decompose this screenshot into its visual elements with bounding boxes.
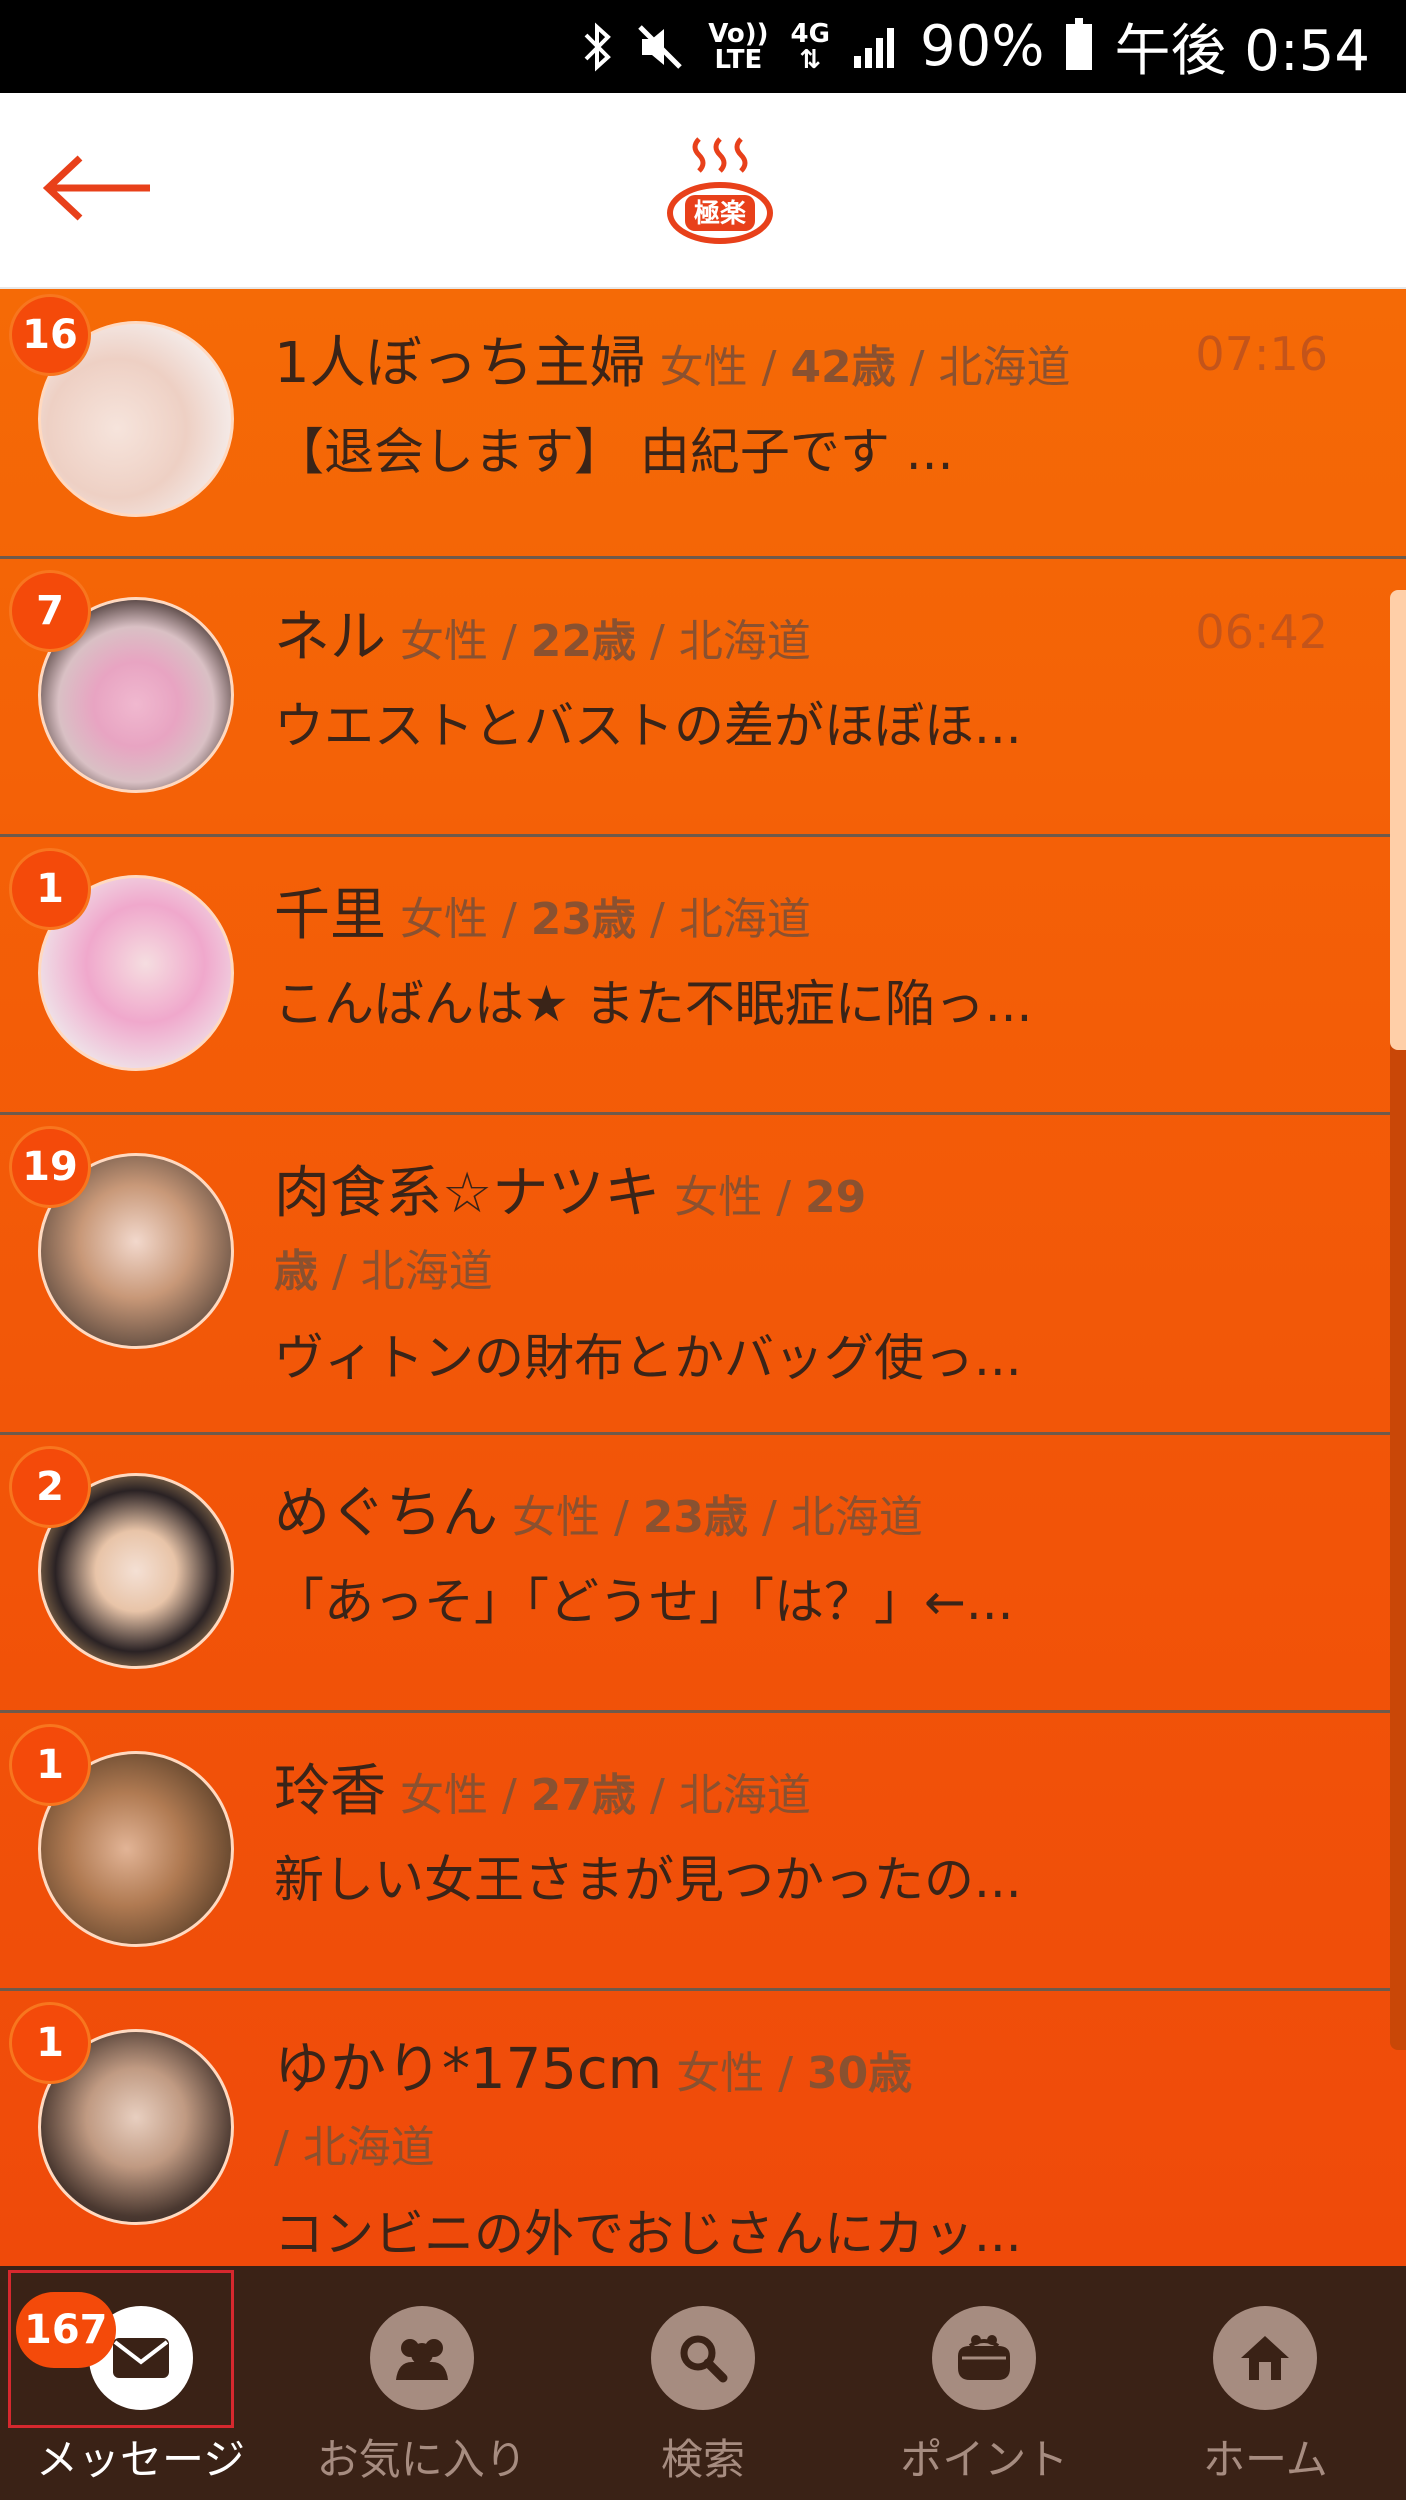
user-meta: 女性 / 23歳 / 北海道 — [400, 894, 811, 945]
search-icon — [651, 2306, 755, 2410]
user-meta: 女性 / 27歳 / 北海道 — [400, 1770, 811, 1821]
unread-badge: 1 — [12, 851, 88, 927]
unread-badge: 19 — [12, 1129, 88, 1205]
network-indicator: 4G ⇅ — [790, 18, 830, 75]
message-time: 07:16 — [1195, 327, 1328, 381]
unread-badge: 7 — [12, 573, 88, 649]
battery-icon — [1066, 17, 1093, 70]
scrollbar-thumb[interactable] — [1390, 590, 1406, 1050]
message-preview: こんばんは★ また不眠症に陥っ... — [274, 975, 1033, 1033]
user-name: 肉食系☆ナツキ — [274, 1161, 661, 1226]
user-name: ゆかり*175cm — [274, 2037, 663, 2102]
message-preview: ウエストとバストの差がほぼほ... — [274, 697, 1022, 755]
user-meta: 女性 / 22歳 / 北海道 — [400, 616, 811, 667]
nav-label: ポイント — [900, 2435, 1069, 2484]
user-name: 1人ぼっち主婦 — [274, 331, 646, 396]
conversation-row[interactable]: 19 肉食系☆ナツキ 女性 / 29歳 / 北海道 ヴィトンの財布とかバッグ使っ.… — [0, 1115, 1406, 1435]
bluetooth-icon — [582, 21, 612, 73]
user-name: めぐちん — [274, 1481, 498, 1546]
user-name: 玲香 — [274, 1759, 386, 1824]
conversation-row[interactable]: 1 玲香 女性 / 27歳 / 北海道 新しい女王さまが見つかったの... — [0, 1713, 1406, 1991]
unread-badge: 16 — [12, 297, 88, 373]
message-preview: ヴィトンの財布とかバッグ使っ... — [274, 1329, 1022, 1387]
signal-icon — [852, 24, 898, 70]
nav-label: お気に入り — [316, 2435, 527, 2484]
user-meta: 女性 / 23歳 / 北海道 — [512, 1492, 923, 1543]
unread-badge: 2 — [12, 1449, 88, 1525]
home-icon — [1213, 2306, 1318, 2410]
nav-label: 検索 — [661, 2435, 746, 2484]
app-logo: 極楽 — [665, 133, 775, 245]
user-meta: 女性 / 42歳 / 北海道 — [659, 342, 1071, 393]
nav-label: ホーム — [1203, 2435, 1328, 2484]
battery-percent: 90% — [919, 14, 1045, 79]
message-preview: 【退会します】 由紀子です ... — [274, 423, 954, 481]
conversation-row[interactable]: 1 千里 女性 / 23歳 / 北海道 こんばんは★ また不眠症に陥っ... — [0, 837, 1406, 1115]
nav-home[interactable]: ホーム — [1125, 2266, 1406, 2500]
status-bar: Vo)) LTE 4G ⇅ 90% 午後 0:54 — [0, 0, 1406, 93]
user-name: ネル — [274, 605, 386, 670]
message-preview: コンビニの外でおじさんにカッ... — [274, 2205, 1022, 2263]
conversation-row[interactable]: 1 ゆかり*175cm 女性 / 30歳 / 北海道 コンビニの外でおじさんにカッ… — [0, 1991, 1406, 2266]
user-name: 千里 — [274, 883, 386, 948]
conversation-row[interactable]: 2 めぐちん 女性 / 23歳 / 北海道 「あっそ」「どうせ」「は？」←... — [0, 1435, 1406, 1713]
clock: 午後 0:54 — [1114, 19, 1370, 84]
unread-badge: 1 — [12, 2005, 88, 2081]
users-icon — [369, 2306, 474, 2410]
nav-favorites[interactable]: お気に入り — [281, 2266, 562, 2500]
message-time: 06:42 — [1195, 605, 1328, 659]
nav-label: メッセージ — [36, 2435, 246, 2484]
conversation-row[interactable]: 7 ネル 女性 / 22歳 / 北海道 ウエストとバストの差がほぼほ... 06:… — [0, 559, 1406, 837]
selection-highlight — [8, 2270, 234, 2428]
arrow-left-icon[interactable] — [40, 148, 160, 228]
conversation-list[interactable]: 16 1人ぼっち主婦 女性 / 42歳 / 北海道 【退会します】 由紀子です .… — [0, 289, 1406, 2266]
message-preview: 新しい女王さまが見つかったの... — [274, 1851, 1022, 1909]
nav-search[interactable]: 検索 — [562, 2266, 843, 2500]
wallet-icon — [932, 2306, 1037, 2410]
app-header: 極楽 — [0, 93, 1406, 289]
logo-text: 極楽 — [693, 199, 746, 229]
nav-points[interactable]: ポイント — [844, 2266, 1125, 2500]
mute-icon — [634, 21, 686, 73]
message-preview: 「あっそ」「どうせ」「は？」←... — [274, 1573, 1014, 1631]
volte-indicator: Vo)) LTE — [708, 18, 769, 75]
conversation-row[interactable]: 16 1人ぼっち主婦 女性 / 42歳 / 北海道 【退会します】 由紀子です .… — [0, 289, 1406, 559]
unread-badge: 1 — [12, 1727, 88, 1803]
